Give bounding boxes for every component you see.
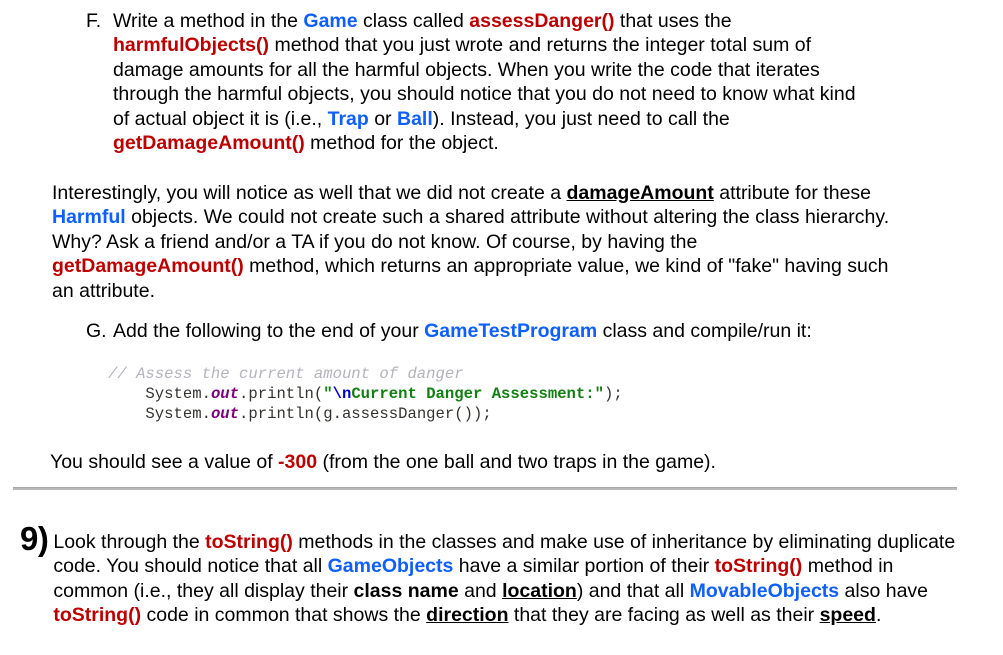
list-marker-g: G. xyxy=(86,320,107,342)
list-item-g: G. Add the following to the end of your … xyxy=(86,319,886,343)
code-fragment: System. xyxy=(108,385,211,403)
code-block: // Assess the current amount of danger S… xyxy=(108,364,623,424)
text-fragment: code in common that shows the xyxy=(141,604,427,627)
underlined-speed: speed xyxy=(819,604,876,627)
method-name-assessdanger: assessDanger() xyxy=(469,10,615,32)
method-name-getdamageamount: getDamageAmount() xyxy=(52,255,244,278)
text-fragment: ). Instead, you just need to call the xyxy=(432,107,730,130)
paragraph-expected-value: You should see a value of -300 (from the… xyxy=(50,450,950,474)
underlined-direction: direction xyxy=(426,604,509,627)
text-fragment: and xyxy=(458,579,503,602)
text-fragment: attribute for these xyxy=(713,182,872,204)
method-name-getdamageamount: getDamageAmount() xyxy=(113,132,305,155)
class-name-gametestprogram: GameTestProgram xyxy=(424,320,598,342)
bold-class-name: class name xyxy=(353,579,459,602)
code-string-literal: Current Danger Assessment: xyxy=(351,385,595,403)
code-static-out: out xyxy=(210,405,240,423)
method-name-tostring: toString() xyxy=(714,555,803,578)
text-fragment: Interestingly, you will notice as well t… xyxy=(52,182,567,204)
code-escape-newline: \n xyxy=(332,385,352,403)
class-name-trap: Trap xyxy=(327,107,369,130)
text-fragment: . xyxy=(875,604,882,627)
underlined-damageamount: damageAmount xyxy=(566,182,714,204)
class-name-game: Game xyxy=(303,10,358,32)
paragraph-interestingly: Interestingly, you will notice as well t… xyxy=(52,181,890,303)
list-item-9: 9) Look through the toString() methods i… xyxy=(20,520,960,628)
text-fragment: that uses the xyxy=(614,10,732,32)
text-fragment: Write a method in the xyxy=(113,10,304,32)
text-fragment: that they are facing as well as their xyxy=(508,604,820,627)
code-fragment: .println(g.assessDanger()); xyxy=(239,405,492,423)
method-name-harmfulobjects: harmfulObjects() xyxy=(113,34,270,57)
class-name-ball: Ball xyxy=(396,107,433,130)
list-item-f: F. Write a method in the Game class call… xyxy=(86,9,876,155)
list-item-9-text: Look through the toString() methods in t… xyxy=(53,525,960,628)
text-fragment: have a similar portion of their xyxy=(453,555,715,578)
list-marker-f: F. xyxy=(86,10,102,32)
underlined-location: location xyxy=(502,579,577,602)
text-fragment: or xyxy=(368,107,397,130)
class-name-harmful: Harmful xyxy=(52,206,126,229)
code-fragment: ); xyxy=(604,385,623,403)
class-name-gameobjects: GameObjects xyxy=(327,555,454,578)
text-fragment: class and compile/run it: xyxy=(597,320,812,342)
text-fragment: also have xyxy=(839,579,929,602)
document-page: F. Write a method in the Game class call… xyxy=(0,0,1003,655)
text-fragment: method for the object. xyxy=(304,132,499,155)
code-string-quote-close: " xyxy=(594,385,604,403)
text-fragment: ) and that all xyxy=(576,579,690,602)
code-comment-line: // Assess the current amount of danger xyxy=(108,365,464,383)
code-fragment: .println( xyxy=(239,385,324,403)
expected-value: -300 xyxy=(278,451,318,473)
text-fragment: Add the following to the end of your xyxy=(113,320,425,342)
method-name-tostring: toString() xyxy=(205,531,293,553)
code-static-out: out xyxy=(210,385,240,403)
list-marker-9: 9) xyxy=(20,520,49,557)
text-fragment: You should see a value of xyxy=(50,451,279,473)
text-fragment: class called xyxy=(357,10,470,32)
method-name-tostring: toString() xyxy=(53,604,142,627)
code-string-quote-open: " xyxy=(323,385,333,403)
list-item-g-text: Add the following to the end of your Gam… xyxy=(113,319,886,343)
list-item-f-text: Write a method in the Game class called … xyxy=(113,9,876,155)
text-fragment: (from the one ball and two traps in the … xyxy=(317,451,716,473)
class-name-movableobjects: MovableObjects xyxy=(689,579,840,602)
text-fragment: objects. We could not create such a shar… xyxy=(52,206,890,253)
code-fragment: System. xyxy=(108,405,211,423)
text-fragment: Look through the xyxy=(53,531,206,553)
section-divider xyxy=(13,487,957,490)
